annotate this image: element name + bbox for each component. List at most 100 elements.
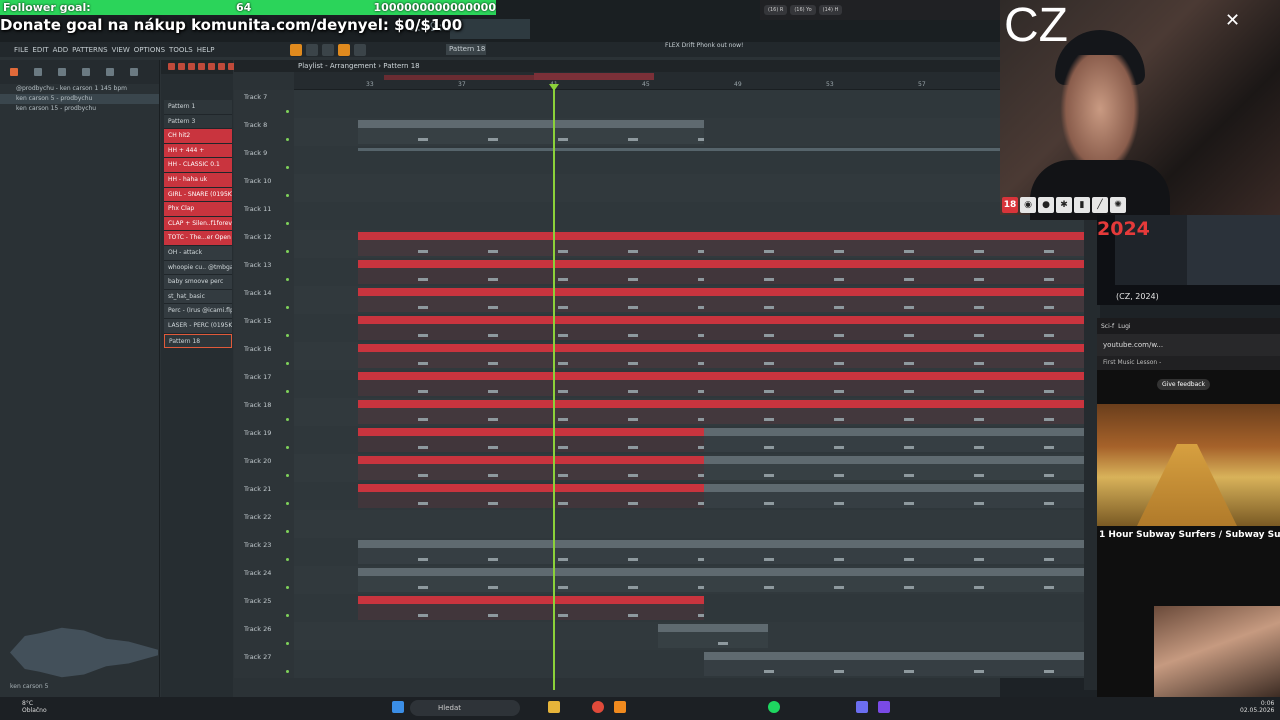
pattern-clip[interactable]: GIRL - SNARE (0195KYE)	[358, 316, 704, 340]
track-status-icon[interactable]	[286, 334, 289, 337]
track-lane[interactable]: GIRL - SNARE (0195KYE) GIRL - SNARE (0195…	[294, 314, 1084, 342]
select-tool-icon[interactable]	[218, 62, 225, 70]
track-name[interactable]: Track 16	[234, 342, 294, 370]
track-status-icon[interactable]	[286, 474, 289, 477]
track-name[interactable]: Track 9	[234, 146, 294, 174]
playhead[interactable]	[553, 84, 555, 690]
files-icon[interactable]	[548, 701, 560, 713]
picker-item[interactable]: Phx Clap	[164, 202, 232, 217]
track-name[interactable]: Track 10	[234, 174, 294, 202]
menu-item-tools[interactable]: TOOLS	[169, 46, 193, 54]
track-status-icon[interactable]	[286, 194, 289, 197]
pattern-clip[interactable]: HH - haha uk	[358, 400, 704, 424]
browser-tab-icon[interactable]	[58, 68, 66, 76]
browser-tab[interactable]: Sci-f	[1101, 323, 1114, 330]
pattern-clip[interactable]: CLAP + Silent [Sve] * @1f1foreverrr	[704, 372, 1084, 396]
track-lane[interactable]: Perc - Urus @icami.flp Perc - Urus @icami…	[294, 482, 1084, 510]
spotify-icon[interactable]	[768, 701, 780, 713]
pattern-clip[interactable]: st_hat_basic	[358, 456, 704, 480]
pattern-clip[interactable]: CLAP + Silent [Sve] * @1f1foreverrr	[358, 372, 704, 396]
pattern-clip[interactable]: RARE-DeepSpaceRoll_mps_mats_verb_10	[658, 624, 768, 648]
pattern-clip[interactable]: CH hit2	[358, 232, 704, 256]
pattern-clip[interactable]: GIRL - SNARE (0195KYE)	[704, 316, 1084, 340]
pattern-clip[interactable]: TOTC - The Answer Open Hat	[358, 596, 704, 620]
chrome-icon[interactable]	[592, 701, 604, 713]
pattern-clip[interactable]: UA101_mp_exp_light_06	[704, 652, 1084, 676]
menu-item-options[interactable]: OPTIONS	[134, 46, 165, 54]
discord-icon[interactable]	[856, 701, 868, 713]
track-lane[interactable]: CLAP + Silent [Sve] * @1f1foreverrr CLAP …	[294, 370, 1084, 398]
pattern-clip[interactable]: HH + 444 +	[704, 260, 1084, 284]
track-lane[interactable]: glitchedsystem 151 For @jayRbuzn #1	[294, 118, 1084, 146]
picker-item[interactable]: Pattern 3	[164, 114, 232, 130]
address-bar[interactable]: youtube.com/w...	[1097, 334, 1280, 356]
track-status-icon[interactable]	[286, 390, 289, 393]
track-name[interactable]: Track 22	[234, 510, 294, 538]
track-name[interactable]: Track 15	[234, 314, 294, 342]
track-lane[interactable]: UA101_mp_exp_light_06	[294, 650, 1084, 678]
picker-item[interactable]: GIRL - SNARE (0195KYE)	[164, 187, 232, 203]
track-name[interactable]: Track 17	[234, 370, 294, 398]
metronome-button[interactable]	[354, 43, 366, 56]
pattern-clip[interactable]: HH - CLASSIC 0.1	[358, 288, 704, 312]
pattern-clip[interactable]: baby smoove perc	[704, 540, 1084, 564]
track-name[interactable]: Track 13	[234, 258, 294, 286]
track-name[interactable]: Track 18	[234, 398, 294, 426]
track-name[interactable]: Track 23	[234, 538, 294, 566]
track-status-icon[interactable]	[286, 306, 289, 309]
track-lane[interactable]: HH + 444 + HH + 444 +	[294, 258, 1084, 286]
track-name[interactable]: Track 7	[234, 90, 294, 118]
track-name[interactable]: Track 21	[234, 482, 294, 510]
menu-item-file[interactable]: FILE	[14, 46, 28, 54]
picker-item[interactable]: LASER - PERC (0195KYE)	[164, 318, 232, 334]
picker-item[interactable]: HH - haha uk	[164, 172, 232, 188]
pattern-clip[interactable]: Phx Clap	[358, 344, 704, 368]
pattern-clip[interactable]: LASER - PERC (0195KYE)	[358, 568, 704, 592]
picker-item[interactable]: HH + 444 +	[164, 143, 232, 159]
track-status-icon[interactable]	[286, 530, 289, 533]
track-name[interactable]: Track 11	[234, 202, 294, 230]
slice-tool-icon[interactable]	[208, 62, 215, 70]
browser-tab[interactable]: Lugi	[1118, 323, 1131, 330]
app-icon[interactable]	[878, 701, 890, 713]
video-title[interactable]: 1 Hour Subway Surfers / Subway Surf	[1099, 530, 1280, 540]
picker-item[interactable]: Pattern 18	[164, 333, 232, 349]
picker-item[interactable]: Perc - (Irus @icami.flp	[164, 304, 232, 319]
browser-item[interactable]: ken carson 15 - prodbychu	[0, 104, 159, 114]
browser-item[interactable]: ken carson 5 - prodbychu	[0, 94, 159, 104]
fl-studio-icon[interactable]	[614, 701, 626, 713]
track-status-icon[interactable]	[286, 166, 289, 169]
mute-tool-icon[interactable]	[198, 62, 205, 70]
track-name[interactable]: Track 20	[234, 454, 294, 482]
playhead-marker[interactable]	[549, 84, 559, 91]
track-status-icon[interactable]	[286, 222, 289, 225]
pattern-clip[interactable]: OH - attack	[358, 428, 704, 452]
track-lane[interactable]: RARE-DeepSpaceRoll_mps_mats_verb_10	[294, 622, 1084, 650]
track-name[interactable]: Track 8	[234, 118, 294, 146]
track-status-icon[interactable]	[286, 614, 289, 617]
track-lane[interactable]	[294, 174, 1084, 202]
track-status-icon[interactable]	[286, 110, 289, 113]
picker-item[interactable]: HH - CLASSIC 0.1	[164, 158, 232, 173]
windows-start-icon[interactable]	[392, 701, 404, 713]
picker-item[interactable]: Pattern 1	[164, 100, 232, 115]
track-status-icon[interactable]	[286, 138, 289, 141]
chrome-tab[interactable]: (16) Yo	[790, 5, 816, 15]
pattern-clip[interactable]: whoopie cushion open hat @tmbgabe	[358, 540, 704, 564]
chrome-tab[interactable]: (14) H	[818, 5, 843, 15]
browser-tab-icon[interactable]	[34, 68, 42, 76]
pattern-clip[interactable]: CH hit2	[704, 232, 1084, 256]
track-name[interactable]: Track 27	[234, 650, 294, 678]
browser-tab-icon[interactable]	[82, 68, 90, 76]
track-status-icon[interactable]	[286, 670, 289, 673]
menu-item-patterns[interactable]: PATTERNS	[72, 46, 107, 54]
menu-item-add[interactable]: ADD	[53, 46, 69, 54]
track-lane[interactable]: whoopie cushion open hat @tmbgabe baby sm…	[294, 538, 1084, 566]
track-status-icon[interactable]	[286, 446, 289, 449]
picker-item[interactable]: whoopie cu.. @tmbgabe	[164, 260, 232, 276]
picker-item[interactable]: CLAP + Silen..f1forever	[164, 216, 232, 232]
track-status-icon[interactable]	[286, 586, 289, 589]
track-lane[interactable]: Phx Clap Phx Clap	[294, 342, 1084, 370]
pattern-clip[interactable]: LASER - PERC (0195KYE)	[704, 568, 1084, 592]
track-name[interactable]: Track 12	[234, 230, 294, 258]
